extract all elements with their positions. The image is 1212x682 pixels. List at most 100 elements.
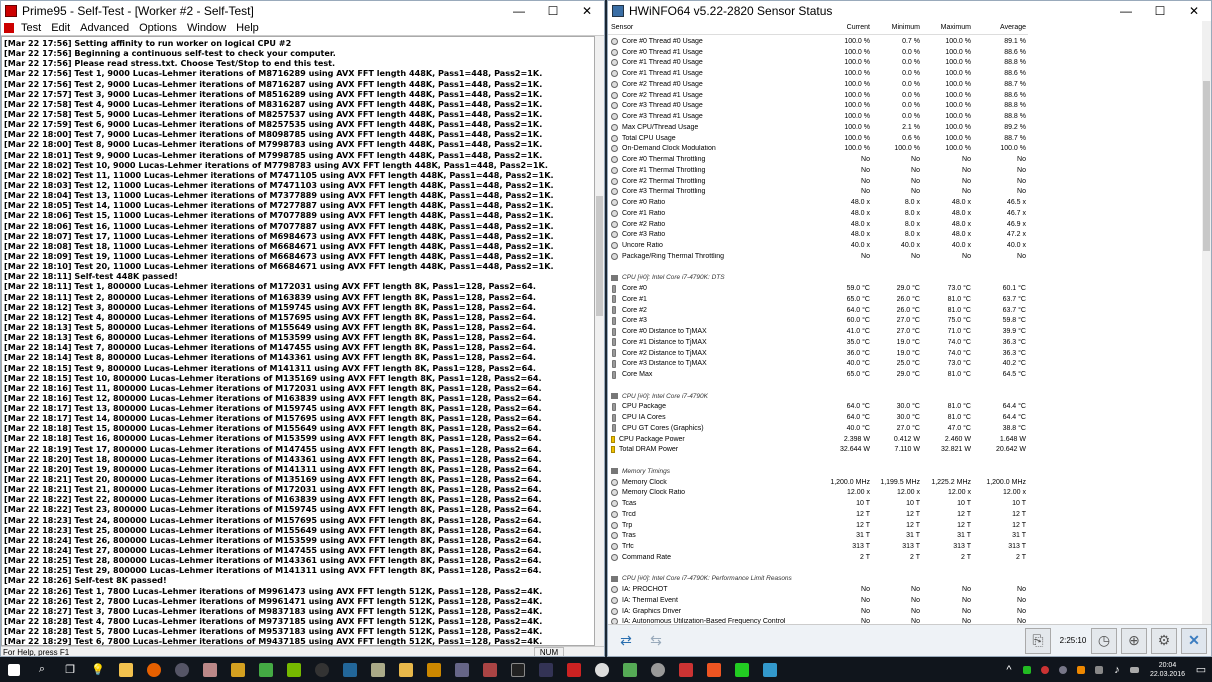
app-circle-icon[interactable] xyxy=(311,659,333,681)
sensor-row[interactable]: Core #0 Thermal Throttling No No No No xyxy=(608,154,1202,165)
log-scrollbar[interactable] xyxy=(595,36,604,646)
sensor-row[interactable]: Core #2 Ratio 48.0 x 8.0 x 48.0 x 46.9 x xyxy=(608,219,1202,230)
start-windows-icon[interactable] xyxy=(3,659,25,681)
sensor-row[interactable]: IA: Graphics Driver No No No No xyxy=(608,606,1202,617)
maximize-button[interactable]: ☐ xyxy=(536,1,570,21)
sensor-row[interactable]: Core #0 59.0 °C 29.0 °C 73.0 °C 60.1 °C xyxy=(608,283,1202,294)
sensor-row[interactable]: Memory Clock Ratio 12.00 x 12.00 x 12.00 x 1… xyxy=(608,488,1202,499)
sensor-scrollbar[interactable] xyxy=(1202,21,1211,624)
sensor-row[interactable]: Trcd 12 T 12 T 12 T 12 T xyxy=(608,509,1202,520)
sensor-row[interactable]: Core #3 Thermal Throttling No No No No xyxy=(608,187,1202,198)
app-bug-icon[interactable] xyxy=(255,659,277,681)
sensor-row[interactable]: Core #1 Thread #0 Usage 100.0 % 0.0 % 100.0… xyxy=(608,58,1202,69)
app-d-icon[interactable] xyxy=(339,659,361,681)
menu-options[interactable]: Options xyxy=(135,22,183,34)
app-red-icon[interactable] xyxy=(675,659,697,681)
search-icon[interactable]: ⌕ xyxy=(31,659,53,681)
sensor-row[interactable]: Package/Ring Thermal Throttling No No No No xyxy=(608,251,1202,262)
hwinfo-titlebar[interactable]: HWiNFO64 v5.22-2820 Sensor Status — ☐ ✕ xyxy=(608,1,1211,21)
menu-help[interactable]: Help xyxy=(232,22,265,34)
sensor-group-header[interactable]: Memory Timings xyxy=(608,466,1202,477)
sensor-row[interactable]: Core #3 Thread #0 Usage 100.0 % 0.0 % 100.0… xyxy=(608,101,1202,112)
col-current[interactable]: Current xyxy=(821,21,872,35)
task-view-icon[interactable]: ❐ xyxy=(59,659,81,681)
col-sensor[interactable]: Sensor xyxy=(608,21,821,35)
hwinfo-taskbar-icon[interactable] xyxy=(759,659,781,681)
prime95-titlebar[interactable]: Prime95 - Self-Test - [Worker #2 - Self-… xyxy=(1,1,604,21)
hw-minimize-button[interactable]: — xyxy=(1109,1,1143,21)
app-x-icon[interactable] xyxy=(479,659,501,681)
sensor-row[interactable]: Total DRAM Power 32.644 W 7.110 W 32.821 W 2… xyxy=(608,445,1202,456)
sensor-row[interactable]: CPU IA Cores 64.0 °C 30.0 °C 81.0 °C 64.4 °C xyxy=(608,412,1202,423)
sensor-scroll-thumb[interactable] xyxy=(1203,81,1210,251)
sensor-row[interactable]: Command Rate 2 T 2 T 2 T 2 T xyxy=(608,552,1202,563)
sensor-row[interactable]: Core #1 65.0 °C 26.0 °C 81.0 °C 63.7 °C xyxy=(608,294,1202,305)
app-skull-icon[interactable] xyxy=(423,659,445,681)
sensor-row[interactable]: Core #1 Thread #1 Usage 100.0 % 0.0 % 100.0… xyxy=(608,68,1202,79)
notification-center-icon[interactable]: ▭ xyxy=(1194,659,1208,681)
tray-red-icon[interactable] xyxy=(1039,659,1051,681)
worker-log[interactable]: [Mar 22 17:56] Setting affinity to run w… xyxy=(1,36,595,646)
app-a-icon[interactable] xyxy=(563,659,585,681)
sensor-row[interactable]: Core #2 Thread #1 Usage 100.0 % 0.0 % 100.0… xyxy=(608,90,1202,101)
lightbulb-icon[interactable]: 💡 xyxy=(87,659,109,681)
sensor-row[interactable]: Core #2 Thread #0 Usage 100.0 % 0.0 % 100.0… xyxy=(608,79,1202,90)
sensor-row[interactable]: CPU GT Cores (Graphics) 40.0 °C 27.0 °C 47.… xyxy=(608,423,1202,434)
sensor-row[interactable]: Core #2 64.0 °C 26.0 °C 81.0 °C 63.7 °C xyxy=(608,305,1202,316)
sensor-row[interactable]: IA: Thermal Event No No No No xyxy=(608,595,1202,606)
nav-collapse-icon[interactable]: ⇆ xyxy=(644,629,668,653)
taskbar-clock[interactable]: 20:04 22.03.2016 xyxy=(1150,661,1185,679)
app-tools-icon[interactable] xyxy=(199,659,221,681)
app-gear-icon[interactable] xyxy=(647,659,669,681)
file-explorer-icon[interactable] xyxy=(115,659,137,681)
sensor-row[interactable]: Core #3 Distance to TjMAX 40.0 °C 25.0 °C 7… xyxy=(608,359,1202,370)
nvidia-icon[interactable] xyxy=(283,659,305,681)
sensor-row[interactable]: Core #0 Thread #1 Usage 100.0 % 0.0 % 100.0… xyxy=(608,47,1202,58)
tray-green-icon[interactable] xyxy=(1021,659,1033,681)
clock-icon[interactable]: ◷ xyxy=(1091,627,1117,654)
sensor-row[interactable]: Core #3 60.0 °C 27.0 °C 75.0 °C 59.8 °C xyxy=(608,316,1202,327)
hw-maximize-button[interactable]: ☐ xyxy=(1143,1,1177,21)
sensor-group-header[interactable]: CPU [#0]: Intel Core i7-4790K: DTS xyxy=(608,273,1202,284)
nav-left-right-icon[interactable]: ⇄ xyxy=(614,629,638,653)
sensor-group-header[interactable]: CPU [#0]: Intel Core i7-4790K: Performan… xyxy=(608,574,1202,585)
app-stack-icon[interactable] xyxy=(451,659,473,681)
tray-volume-icon[interactable]: ♪ xyxy=(1111,659,1123,681)
sensor-row[interactable]: Core #0 Ratio 48.0 x 8.0 x 48.0 x 46.5 x xyxy=(608,197,1202,208)
tray-keyboard-icon[interactable] xyxy=(1129,659,1141,681)
folder-icon[interactable] xyxy=(395,659,417,681)
app-terminal-icon[interactable] xyxy=(507,659,529,681)
col-minimum[interactable]: Minimum xyxy=(872,21,922,35)
app-eye-icon[interactable] xyxy=(367,659,389,681)
network-icon[interactable]: ⎘ xyxy=(1025,627,1051,654)
mdi-child-icon[interactable] xyxy=(4,23,14,33)
app-monitor-icon[interactable] xyxy=(731,659,753,681)
sensor-row[interactable]: Memory Clock 1,200.0 MHz 1,199.5 MHz 1,225.… xyxy=(608,477,1202,488)
sensor-row[interactable]: Uncore Ratio 40.0 x 40.0 x 40.0 x 40.0 x xyxy=(608,240,1202,251)
settings-gear-icon[interactable]: ⚙ xyxy=(1151,627,1177,654)
col-maximum[interactable]: Maximum xyxy=(922,21,973,35)
minimize-button[interactable]: — xyxy=(502,1,536,21)
fcs-icon[interactable] xyxy=(535,659,557,681)
app-v-icon[interactable] xyxy=(619,659,641,681)
menu-edit[interactable]: Edit xyxy=(47,22,76,34)
sensor-row[interactable]: Core Max 65.0 °C 29.0 °C 81.0 °C 64.5 °C xyxy=(608,369,1202,380)
app-fire-icon[interactable] xyxy=(703,659,725,681)
sensor-row[interactable]: IA: PROCHOT No No No No xyxy=(608,584,1202,595)
sensor-row[interactable]: Core #3 Ratio 48.0 x 8.0 x 48.0 x 47.2 x xyxy=(608,230,1202,241)
sensor-row[interactable]: Max CPU/Thread Usage 100.0 % 2.1 % 100.0 % 8… xyxy=(608,122,1202,133)
hw-close-button[interactable]: ✕ xyxy=(1177,1,1211,21)
tray-steam-icon[interactable] xyxy=(1057,659,1069,681)
sensor-row[interactable]: Trp 12 T 12 T 12 T 12 T xyxy=(608,520,1202,531)
menu-window[interactable]: Window xyxy=(183,22,232,34)
sensor-row[interactable]: Core #0 Thread #0 Usage 100.0 % 0.7 % 100.0… xyxy=(608,36,1202,47)
sensor-row[interactable]: CPU Package 64.0 °C 30.0 °C 81.0 °C 64.4 °C xyxy=(608,402,1202,413)
sensor-row[interactable]: Core #3 Thread #1 Usage 100.0 % 0.0 % 100.0… xyxy=(608,111,1202,122)
sensor-row[interactable]: Core #2 Distance to TjMAX 36.0 °C 19.0 °C 7… xyxy=(608,348,1202,359)
close-sensors-icon[interactable]: ✕ xyxy=(1181,627,1207,654)
sensor-row[interactable]: On-Demand Clock Modulation 100.0 % 100.0 %… xyxy=(608,144,1202,155)
tray-chevron-icon[interactable]: ^ xyxy=(1003,659,1015,681)
sensor-row[interactable]: Total CPU Usage 100.0 % 0.6 % 100.0 % 88.7 % xyxy=(608,133,1202,144)
sensor-row[interactable]: Core #2 Thermal Throttling No No No No xyxy=(608,176,1202,187)
sensor-row[interactable]: Core #0 Distance to TjMAX 41.0 °C 27.0 °C 7… xyxy=(608,326,1202,337)
